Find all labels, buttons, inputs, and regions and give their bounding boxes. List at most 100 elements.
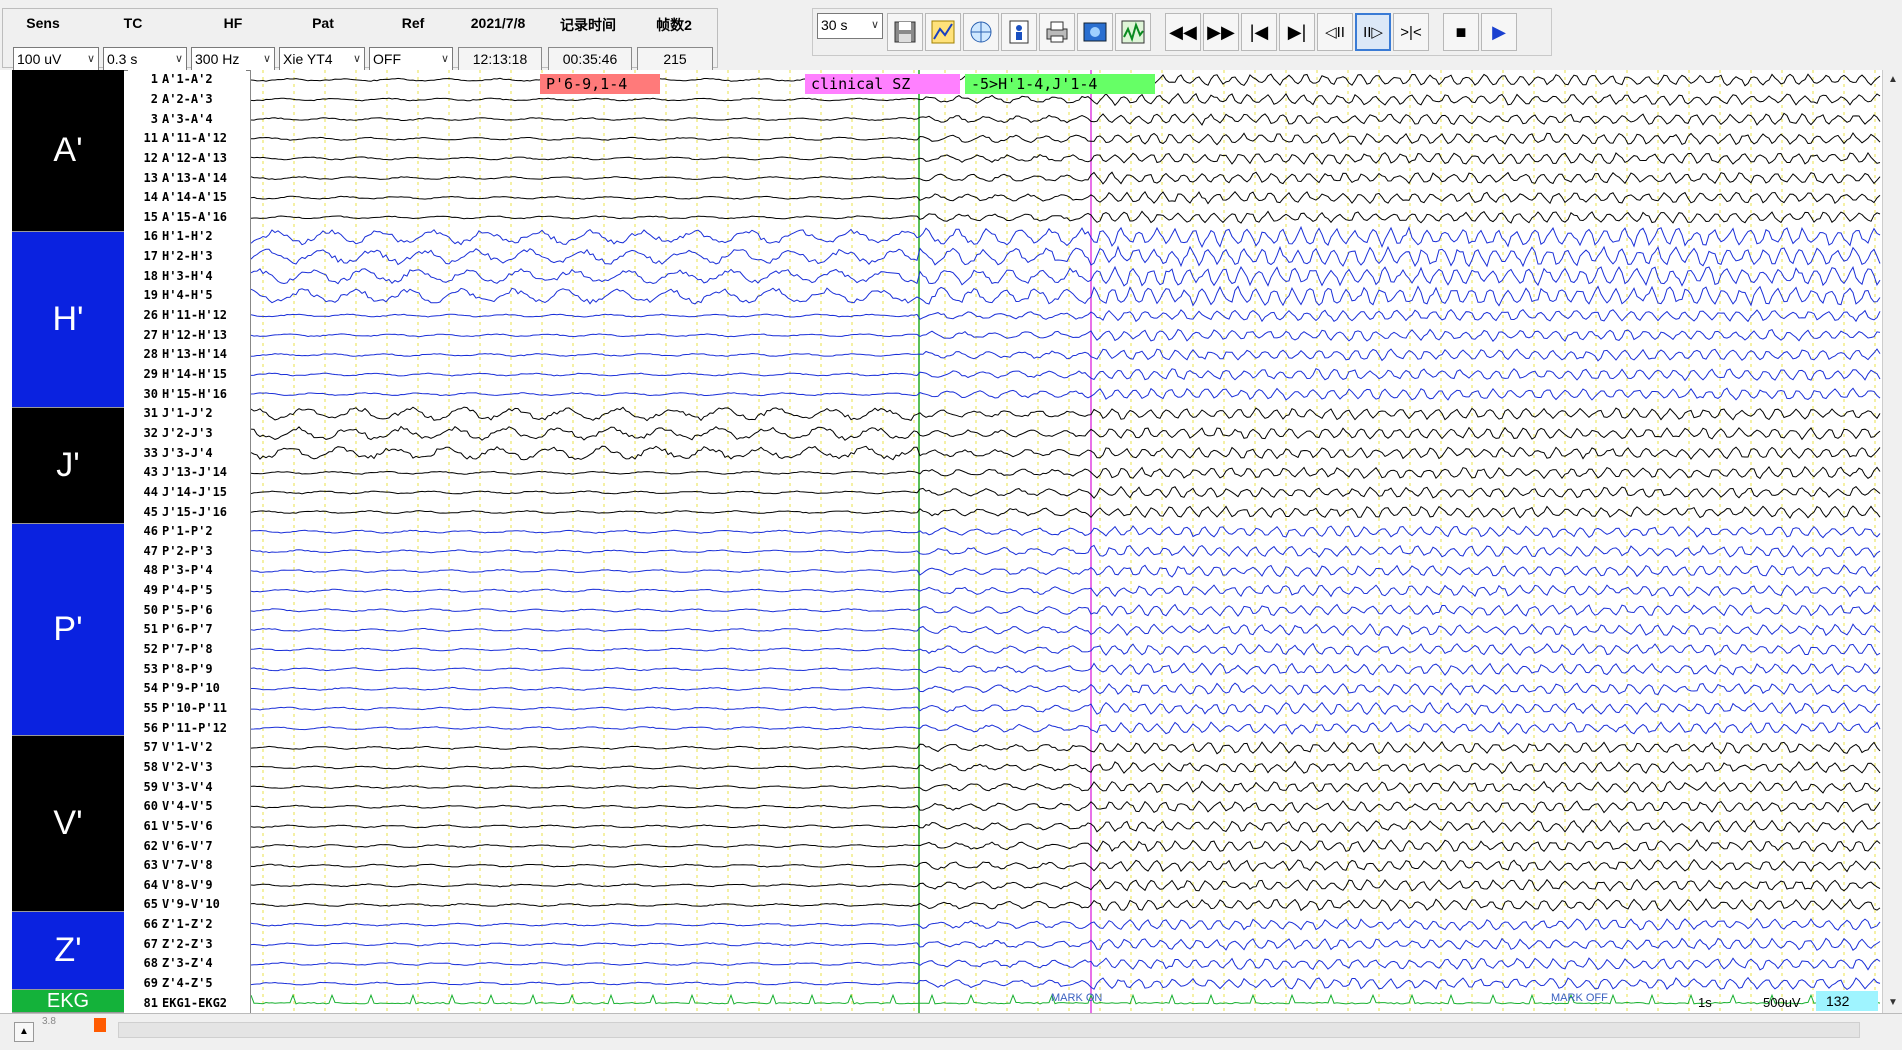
channel-number: 51: [143, 622, 158, 637]
annotation-clinical-sz[interactable]: clinical SZ: [805, 74, 960, 94]
channel-label[interactable]: 59 V'3-V'4: [128, 779, 246, 796]
patient-info-button[interactable]: [1001, 13, 1037, 51]
channel-label[interactable]: 33 J'3-J'4: [128, 445, 246, 462]
play-button[interactable]: ▶: [1481, 13, 1517, 51]
group-ekg[interactable]: EKG: [12, 990, 124, 1013]
channel-label[interactable]: 50 P'5-P'6: [128, 602, 246, 619]
group-a[interactable]: A': [12, 70, 124, 232]
channel-label[interactable]: 3 A'3-A'4: [128, 111, 246, 128]
channel-label[interactable]: 61 V'5-V'6: [128, 818, 246, 835]
print-button[interactable]: [1039, 13, 1075, 51]
channel-label[interactable]: 31 J'1-J'2: [128, 405, 246, 422]
channel-name: Z'2-Z'3: [162, 936, 213, 951]
channel-label[interactable]: 46 P'1-P'2: [128, 523, 246, 540]
scroll-up-icon[interactable]: ▲: [1883, 70, 1902, 90]
channel-label[interactable]: 44 J'14-J'15: [128, 484, 246, 501]
channel-name: A'15-A'16: [162, 209, 228, 224]
channel-label[interactable]: 54 P'9-P'10: [128, 680, 246, 697]
channel-label[interactable]: 56 P'11-P'12: [128, 720, 246, 737]
channel-label[interactable]: 16 H'1-H'2: [128, 228, 246, 245]
channel-label[interactable]: 1 A'1-A'2: [128, 71, 246, 88]
channel-label[interactable]: 65 V'9-V'10: [128, 896, 246, 913]
channel-label[interactable]: 63 V'7-V'8: [128, 857, 246, 874]
skip-end-button[interactable]: ▶|: [1279, 13, 1315, 51]
position-indicator[interactable]: [94, 1018, 106, 1032]
channel-label[interactable]: 17 H'2-H'3: [128, 248, 246, 265]
channel-label[interactable]: 11 A'11-A'12: [128, 130, 246, 147]
pat-select[interactable]: Xie YT4 ∨: [279, 47, 365, 71]
channel-label[interactable]: 28 H'13-H'14: [128, 346, 246, 363]
frame-label: 帧数2: [656, 17, 692, 33]
montage-button[interactable]: [925, 13, 961, 51]
tc-select[interactable]: 0.3 s ∨: [103, 47, 187, 71]
annotation-spread[interactable]: -5>H'1-4,J'1-4: [965, 74, 1155, 94]
channel-label[interactable]: 26 H'11-H'12: [128, 307, 246, 324]
channel-label[interactable]: 58 V'2-V'3: [128, 759, 246, 776]
ref-value: OFF: [373, 51, 401, 67]
ref-select[interactable]: OFF ∨: [369, 47, 453, 71]
group-z[interactable]: Z': [12, 912, 124, 990]
bottom-scrollbar[interactable]: ▲ 3.8: [0, 1013, 1902, 1050]
channel-label[interactable]: 49 P'4-P'5: [128, 582, 246, 599]
channel-label[interactable]: 27 H'12-H'13: [128, 327, 246, 344]
eeg-trace: [251, 662, 1881, 676]
scroll-left-icon[interactable]: ▲: [14, 1022, 34, 1042]
channel-label[interactable]: 81 EKG1-EKG2: [128, 995, 246, 1012]
channel-label[interactable]: 45 J'15-J'16: [128, 504, 246, 521]
channel-label[interactable]: 47 P'2-P'3: [128, 543, 246, 560]
channel-label[interactable]: 68 Z'3-Z'4: [128, 955, 246, 972]
channel-label[interactable]: 60 V'4-V'5: [128, 798, 246, 815]
channel-label[interactable]: 66 Z'1-Z'2: [128, 916, 246, 933]
filter-button[interactable]: [963, 13, 999, 51]
page-duration-select[interactable]: 30 s ∨: [817, 13, 883, 39]
channel-label[interactable]: 55 P'10-P'11: [128, 700, 246, 717]
channel-label[interactable]: 15 A'15-A'16: [128, 209, 246, 226]
record-time-label: 记录时间: [560, 17, 616, 33]
sens-value: 100 uV: [17, 51, 62, 67]
group-h[interactable]: H': [12, 232, 124, 408]
channel-label[interactable]: 43 J'13-J'14: [128, 464, 246, 481]
channel-label[interactable]: 19 H'4-H'5: [128, 287, 246, 304]
channel-label[interactable]: 14 A'14-A'15: [128, 189, 246, 206]
channel-label[interactable]: 51 P'6-P'7: [128, 621, 246, 638]
skip-start-button[interactable]: |◀: [1241, 13, 1277, 51]
sens-select[interactable]: 100 uV ∨: [13, 47, 99, 71]
step-back-button[interactable]: ◁II: [1317, 13, 1353, 51]
scroll-down-icon[interactable]: ▼: [1883, 993, 1902, 1013]
fast-forward-button[interactable]: ▶▶: [1203, 13, 1239, 51]
trend-button[interactable]: [1115, 13, 1151, 51]
channel-label[interactable]: 12 A'12-A'13: [128, 150, 246, 167]
step-forward-button[interactable]: II▷: [1355, 13, 1391, 51]
channel-label[interactable]: 32 J'2-J'3: [128, 425, 246, 442]
scroll-track[interactable]: [118, 1022, 1860, 1038]
collapse-button[interactable]: >|<: [1393, 13, 1429, 51]
channel-label[interactable]: 2 A'2-A'3: [128, 91, 246, 108]
group-v[interactable]: V': [12, 736, 124, 912]
channel-label[interactable]: 69 Z'4-Z'5: [128, 975, 246, 992]
annotation-onset[interactable]: P'6-9,1-4: [540, 74, 660, 94]
stop-button[interactable]: ■: [1443, 13, 1479, 51]
channel-label[interactable]: 30 H'15-H'16: [128, 386, 246, 403]
patient-info-icon: [1009, 20, 1029, 44]
hf-select[interactable]: 300 Hz ∨: [191, 47, 275, 71]
channel-label[interactable]: 57 V'1-V'2: [128, 739, 246, 756]
group-p[interactable]: P': [12, 524, 124, 736]
channel-label[interactable]: 52 P'7-P'8: [128, 641, 246, 658]
photo-icon: [1083, 22, 1107, 42]
rewind-button[interactable]: ◀◀: [1165, 13, 1201, 51]
save-button[interactable]: [887, 13, 923, 51]
channel-number: 47: [143, 543, 158, 558]
channel-label[interactable]: 62 V'6-V'7: [128, 838, 246, 855]
channel-label[interactable]: 67 Z'2-Z'3: [128, 936, 246, 953]
eeg-trace: [251, 976, 1881, 991]
channel-label[interactable]: 53 P'8-P'9: [128, 661, 246, 678]
channel-label[interactable]: 18 H'3-H'4: [128, 268, 246, 285]
vertical-scrollbar[interactable]: ▲ ▼: [1882, 70, 1902, 1013]
channel-label[interactable]: 48 P'3-P'4: [128, 562, 246, 579]
group-j[interactable]: J': [12, 408, 124, 524]
channel-label[interactable]: 64 V'8-V'9: [128, 877, 246, 894]
photo-button[interactable]: [1077, 13, 1113, 51]
eeg-trace-area[interactable]: MARK ON MARK OFF 1s 500uV 132: [250, 70, 1881, 1013]
channel-label[interactable]: 29 H'14-H'15: [128, 366, 246, 383]
channel-label[interactable]: 13 A'13-A'14: [128, 170, 246, 187]
